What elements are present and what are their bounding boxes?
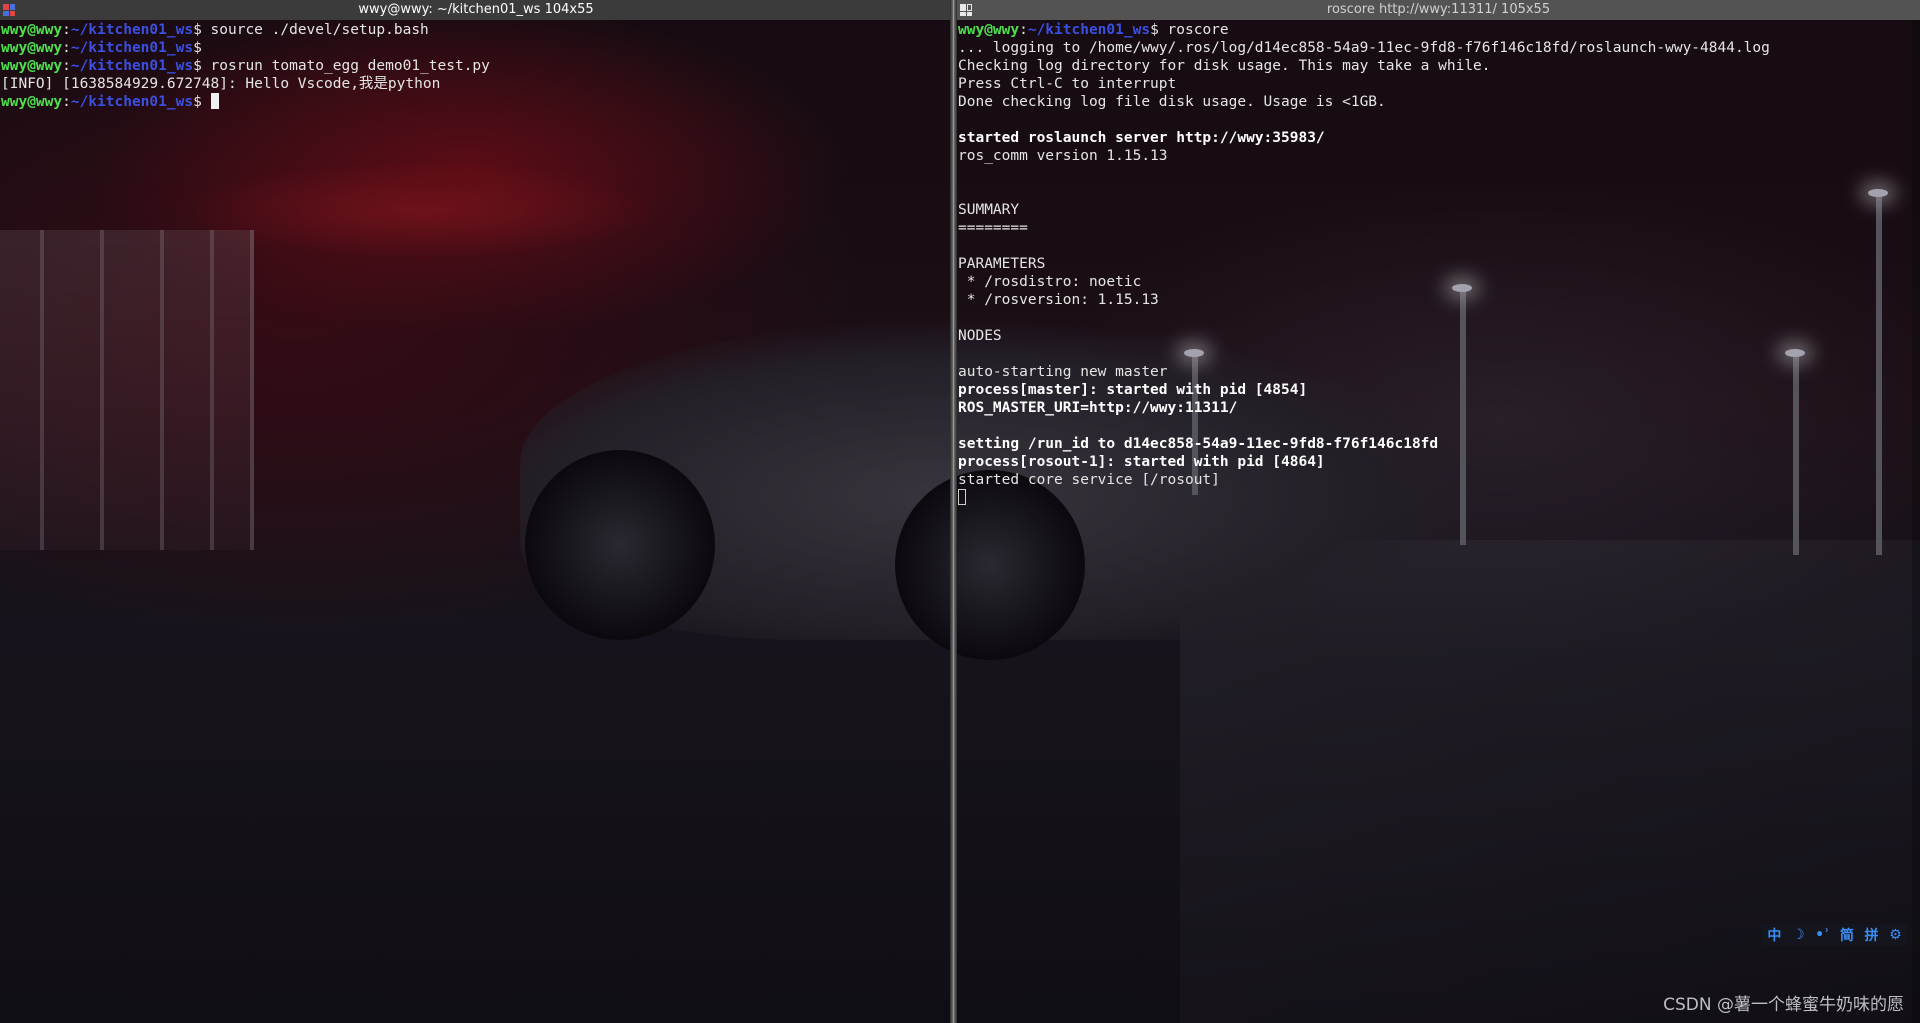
terminal-output-text: [INFO] [1638584929.672748]: Hello Vscode…	[1, 76, 441, 92]
terminal-line: ... logging to /home/wwy/.ros/log/d14ec8…	[958, 39, 1920, 57]
terminal-output-text: ros_comm version 1.15.13	[958, 148, 1168, 164]
right-terminal-scrollbar[interactable]	[1912, 20, 1920, 1023]
terminal-prompt-line: wwy@wwy:~/kitchen01_ws$	[1, 39, 952, 57]
terminal-line: Checking log directory for disk usage. T…	[958, 57, 1920, 75]
prompt-symbol: $	[1150, 22, 1168, 38]
prompt-symbol: $	[193, 58, 211, 74]
ime-pinyin-icon[interactable]: 拼	[1864, 925, 1878, 945]
prompt-symbol: $	[193, 40, 211, 56]
prompt-path: ~/kitchen01_ws	[70, 40, 194, 56]
terminal-line: ========	[958, 219, 1920, 237]
prompt-symbol: $	[193, 22, 211, 38]
terminal-line: PARAMETERS	[958, 255, 1920, 273]
terminal-output-text: started core service [/rosout]	[958, 472, 1220, 488]
prompt-command: roscore	[1167, 22, 1229, 38]
left-terminal-titlebar[interactable]: wwy@wwy: ~/kitchen01_ws 104x55	[0, 0, 952, 20]
terminal-line: Press Ctrl-C to interrupt	[958, 75, 1920, 93]
ime-punctuation-icon[interactable]: •ʾ	[1815, 927, 1829, 943]
terminal-output-text: NODES	[958, 328, 1002, 344]
prompt-separator: :	[1019, 22, 1028, 38]
terminal-window-icon[interactable]	[3, 4, 15, 16]
right-terminal-output[interactable]: wwy@wwy:~/kitchen01_ws$ roscore... loggi…	[957, 20, 1920, 507]
prompt-separator: :	[62, 94, 71, 110]
left-terminal-title: wwy@wwy: ~/kitchen01_ws 104x55	[358, 2, 594, 17]
prompt-path: ~/kitchen01_ws	[1027, 22, 1151, 38]
terminal-line: setting /run_id to d14ec858-54a9-11ec-9f…	[958, 435, 1920, 453]
terminal-line: NODES	[958, 327, 1920, 345]
prompt-user: wwy@wwy	[1, 58, 63, 74]
prompt-separator: :	[62, 22, 71, 38]
terminal-cursor	[958, 489, 966, 505]
ime-simplified-icon[interactable]: 简	[1840, 925, 1854, 945]
terminal-line: SUMMARY	[958, 201, 1920, 219]
terminal-line: started roslaunch server http://wwy:3598…	[958, 129, 1920, 147]
terminal-prompt-line: wwy@wwy:~/kitchen01_ws$ source ./devel/s…	[1, 21, 952, 39]
terminal-prompt-line: wwy@wwy:~/kitchen01_ws$	[1, 93, 952, 111]
terminal-output-text: Press Ctrl-C to interrupt	[958, 76, 1177, 92]
ime-settings-gear-icon[interactable]: ⚙	[1889, 927, 1902, 943]
input-method-toolbar[interactable]: 中 ☽ •ʾ 简拼 ⚙	[1762, 924, 1907, 946]
terminal-output-text: process[rosout-1]: started with pid [486…	[958, 454, 1325, 470]
prompt-path: ~/kitchen01_ws	[70, 22, 194, 38]
terminal-line: ros_comm version 1.15.13	[958, 147, 1920, 165]
terminal-output-text: SUMMARY	[958, 202, 1020, 218]
prompt-command: rosrun tomato_egg demo01_test.py	[210, 58, 490, 74]
terminal-window-icon[interactable]	[960, 4, 972, 16]
left-terminal-output[interactable]: wwy@wwy:~/kitchen01_ws$ source ./devel/s…	[0, 20, 952, 111]
terminal-line: auto-starting new master	[958, 363, 1920, 381]
terminal-output-text: PARAMETERS	[958, 256, 1046, 272]
prompt-path: ~/kitchen01_ws	[70, 94, 194, 110]
terminal-output-text: Done checking log file disk usage. Usage…	[958, 94, 1386, 110]
terminal-line: * /rosdistro: noetic	[958, 273, 1920, 291]
terminal-output-text: * /rosdistro: noetic	[958, 274, 1142, 290]
terminal-output-text: started roslaunch server http://wwy:3598…	[958, 130, 1325, 146]
left-terminal-window[interactable]: wwy@wwy: ~/kitchen01_ws 104x55 wwy@wwy:~…	[0, 0, 952, 1023]
terminal-prompt-line: wwy@wwy:~/kitchen01_ws$ roscore	[958, 21, 1920, 39]
prompt-user: wwy@wwy	[1, 22, 63, 38]
prompt-path: ~/kitchen01_ws	[70, 58, 194, 74]
right-terminal-title: roscore http://wwy:11311/ 105x55	[1326, 2, 1551, 17]
terminal-line: process[rosout-1]: started with pid [486…	[958, 453, 1920, 471]
terminal-line	[958, 489, 1920, 507]
prompt-separator: :	[62, 40, 71, 56]
terminal-output-text: setting /run_id to d14ec858-54a9-11ec-9f…	[958, 436, 1439, 452]
terminal-line: ROS_MASTER_URI=http://wwy:11311/	[958, 399, 1920, 417]
prompt-user: wwy@wwy	[958, 22, 1020, 38]
prompt-user: wwy@wwy	[1, 94, 63, 110]
prompt-command: source ./devel/setup.bash	[210, 22, 429, 38]
terminal-output-text: process[master]: started with pid [4854]	[958, 382, 1308, 398]
prompt-symbol: $	[193, 94, 211, 110]
terminal-line: Done checking log file disk usage. Usage…	[958, 93, 1920, 111]
terminal-output-text: ... logging to /home/wwy/.ros/log/d14ec8…	[958, 40, 1770, 56]
right-terminal-titlebar[interactable]: roscore http://wwy:11311/ 105x55	[957, 0, 1920, 20]
watermark-text: CSDN @薯一个蜂蜜牛奶味的愿	[1663, 995, 1904, 1015]
pane-divider-handle[interactable]	[950, 0, 957, 1023]
terminal-line: * /rosversion: 1.15.13	[958, 291, 1920, 309]
terminal-line: process[master]: started with pid [4854]	[958, 381, 1920, 399]
ime-moon-icon[interactable]: ☽	[1792, 927, 1805, 943]
terminal-prompt-line: wwy@wwy:~/kitchen01_ws$ rosrun tomato_eg…	[1, 57, 952, 75]
ime-chinese-mode-icon[interactable]: 中	[1767, 925, 1781, 945]
terminal-cursor	[210, 93, 219, 109]
terminal-output-text: * /rosversion: 1.15.13	[958, 292, 1159, 308]
terminal-output-text: ========	[958, 220, 1028, 236]
prompt-separator: :	[62, 58, 71, 74]
prompt-user: wwy@wwy	[1, 40, 63, 56]
terminal-output-text: auto-starting new master	[958, 364, 1168, 380]
terminal-output-text: ROS_MASTER_URI=http://wwy:11311/	[958, 400, 1238, 416]
right-terminal-window[interactable]: roscore http://wwy:11311/ 105x55 wwy@wwy…	[957, 0, 1920, 1023]
terminal-output-text: Checking log directory for disk usage. T…	[958, 58, 1491, 74]
terminal-line: [INFO] [1638584929.672748]: Hello Vscode…	[1, 75, 952, 93]
terminal-line: started core service [/rosout]	[958, 471, 1920, 489]
